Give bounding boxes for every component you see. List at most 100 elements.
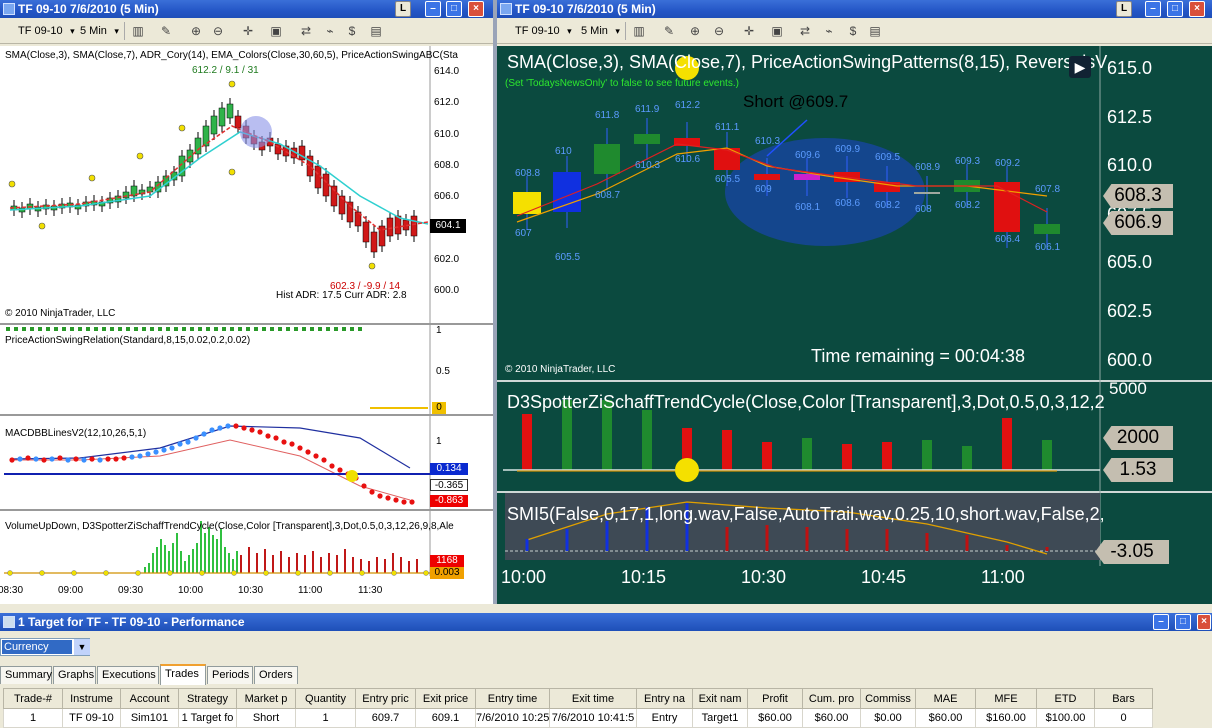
macd-dot (25, 455, 31, 461)
relation-dot (110, 327, 114, 331)
column-header[interactable]: Exit price (415, 688, 476, 709)
tab-orders[interactable]: Orders (254, 666, 298, 684)
draw-tool-icon[interactable]: ✎ (661, 23, 677, 39)
column-header[interactable]: Entry time (475, 688, 550, 709)
indicator-icon[interactable]: ⌁ (821, 23, 837, 39)
column-header[interactable]: Entry na (636, 688, 693, 709)
instrument-selector[interactable]: TF 09-10 (14, 22, 77, 40)
performance-titlebar[interactable]: 1 Target for TF - TF 09-10 - Performance… (0, 613, 1212, 631)
relation-dot (78, 327, 82, 331)
column-header[interactable]: MAE (915, 688, 976, 709)
maximize-button[interactable]: □ (1167, 1, 1183, 17)
column-header[interactable]: Commiss (860, 688, 916, 709)
column-header[interactable]: Quantity (295, 688, 356, 709)
crosshair-icon[interactable]: ✛ (240, 23, 256, 39)
macd-dot (9, 457, 15, 463)
column-header[interactable]: Instrume (62, 688, 121, 709)
bar-type-icon[interactable]: ▥ (631, 23, 647, 39)
minimize-button[interactable]: – (425, 1, 441, 17)
volume-bar (224, 547, 226, 573)
relation-dot (262, 327, 266, 331)
close-button[interactable]: × (1189, 1, 1205, 17)
zoom-out-icon[interactable]: ⊖ (711, 23, 727, 39)
smi-bar (1045, 547, 1049, 551)
chart-window-icon (500, 3, 512, 15)
relation-dot (46, 327, 50, 331)
bar-type-icon[interactable]: ▥ (130, 23, 146, 39)
relation-dot (54, 327, 58, 331)
volume-marker: 2000 (1103, 426, 1173, 450)
stc-dot (295, 570, 301, 576)
macd-value: 0.134 (430, 463, 468, 475)
maximize-button[interactable]: □ (446, 1, 462, 17)
column-header[interactable]: Exit nam (692, 688, 748, 709)
zoom-in-icon[interactable]: ⊕ (687, 23, 703, 39)
zoom-out-icon[interactable]: ⊖ (210, 23, 226, 39)
column-header[interactable]: MFE (975, 688, 1037, 709)
stc-dot (423, 570, 429, 576)
bar-price-label: 610.6 (675, 154, 700, 165)
short-entry-label: Short @609.7 (743, 92, 849, 111)
crosshair-icon[interactable]: ✛ (741, 23, 757, 39)
tab-periods[interactable]: Periods (207, 666, 253, 684)
volume-bar (164, 545, 166, 573)
draw-tool-icon[interactable]: ✎ (158, 23, 174, 39)
column-header[interactable]: Entry pric (355, 688, 416, 709)
instrument-selector[interactable]: TF 09-10 (511, 22, 574, 40)
column-header[interactable]: Profit (747, 688, 803, 709)
column-header[interactable]: Market p (236, 688, 296, 709)
data-box-icon[interactable]: ▤ (867, 23, 883, 39)
column-header[interactable]: Account (120, 688, 179, 709)
schaff-tick: 5000 (1109, 379, 1147, 398)
chevron-down-icon[interactable]: ▼ (74, 639, 90, 655)
macd-dot (137, 453, 143, 459)
indicator-icon[interactable]: ⌁ (322, 23, 338, 39)
left-price-tick: 612.0 (434, 97, 460, 109)
trades-table[interactable]: Trade-# Instrume Account Strategy Market p Qu… (3, 688, 1153, 728)
strategy-icon[interactable]: ⇄ (797, 23, 813, 39)
display-mode-dropdown[interactable]: Currency ▼ (0, 638, 90, 656)
zoom-in-icon[interactable]: ⊕ (188, 23, 204, 39)
tab-executions[interactable]: Executions (97, 666, 159, 684)
column-header[interactable]: Bars (1094, 688, 1153, 709)
display-mode-value: Currency (2, 640, 72, 654)
strategy-icon[interactable]: ⇄ (298, 23, 314, 39)
properties-icon[interactable]: ▣ (268, 23, 284, 39)
interval-selector[interactable]: 5 Min (577, 22, 622, 40)
close-button[interactable]: × (468, 1, 484, 17)
properties-icon[interactable]: ▣ (769, 23, 785, 39)
column-header[interactable]: Exit time (549, 688, 637, 709)
right-window-titlebar[interactable]: TF 09-10 7/6/2010 (5 Min) L – □ × (497, 0, 1212, 18)
relation-dot (206, 327, 210, 331)
candle-body (386, 217, 394, 237)
data-box-icon[interactable]: ▤ (368, 23, 384, 39)
panel2-tick-1: 1 (436, 325, 442, 336)
table-row[interactable]: 1 TF 09-10 Sim101 1 Target fo Short 1 609.7 609… (3, 708, 1153, 728)
dollar-icon[interactable]: $ (845, 23, 861, 39)
left-chart-area[interactable]: SMA(Close,3), SMA(Close,7), ADR_Cory(14)… (0, 46, 493, 604)
tab-graphs[interactable]: Graphs (53, 666, 96, 684)
minimize-button[interactable]: – (1145, 1, 1161, 17)
column-header[interactable]: Trade-# (3, 688, 63, 709)
column-header[interactable]: ETD (1036, 688, 1095, 709)
right-chart-area[interactable]: 608.8 607 610 605.5 611.8 608.7 611.9 610.3 612.… (497, 46, 1212, 604)
help-button[interactable]: L (1116, 1, 1132, 17)
candle-body (714, 148, 740, 170)
column-header[interactable]: Cum. pro (802, 688, 861, 709)
macd-dot (393, 497, 399, 503)
help-button[interactable]: L (395, 1, 411, 17)
left-price-tick: 614.0 (434, 66, 460, 77)
left-window-titlebar[interactable]: TF 09-10 7/6/2010 (5 Min) L – □ × (0, 0, 493, 18)
column-header[interactable]: Strategy (178, 688, 237, 709)
bar-price-label: 609.6 (795, 150, 820, 161)
maximize-button[interactable]: □ (1175, 614, 1191, 630)
bar-price-label: 608.6 (835, 198, 860, 209)
interval-selector[interactable]: 5 Min (76, 22, 121, 40)
close-button[interactable]: × (1197, 614, 1211, 630)
minimize-button[interactable]: – (1153, 614, 1169, 630)
tab-summary[interactable]: Summary (0, 666, 52, 684)
dollar-icon[interactable]: $ (344, 23, 360, 39)
macd-dot (329, 463, 335, 469)
play-icon[interactable]: ▶ (1069, 56, 1091, 78)
tab-trades[interactable]: Trades (160, 664, 206, 685)
